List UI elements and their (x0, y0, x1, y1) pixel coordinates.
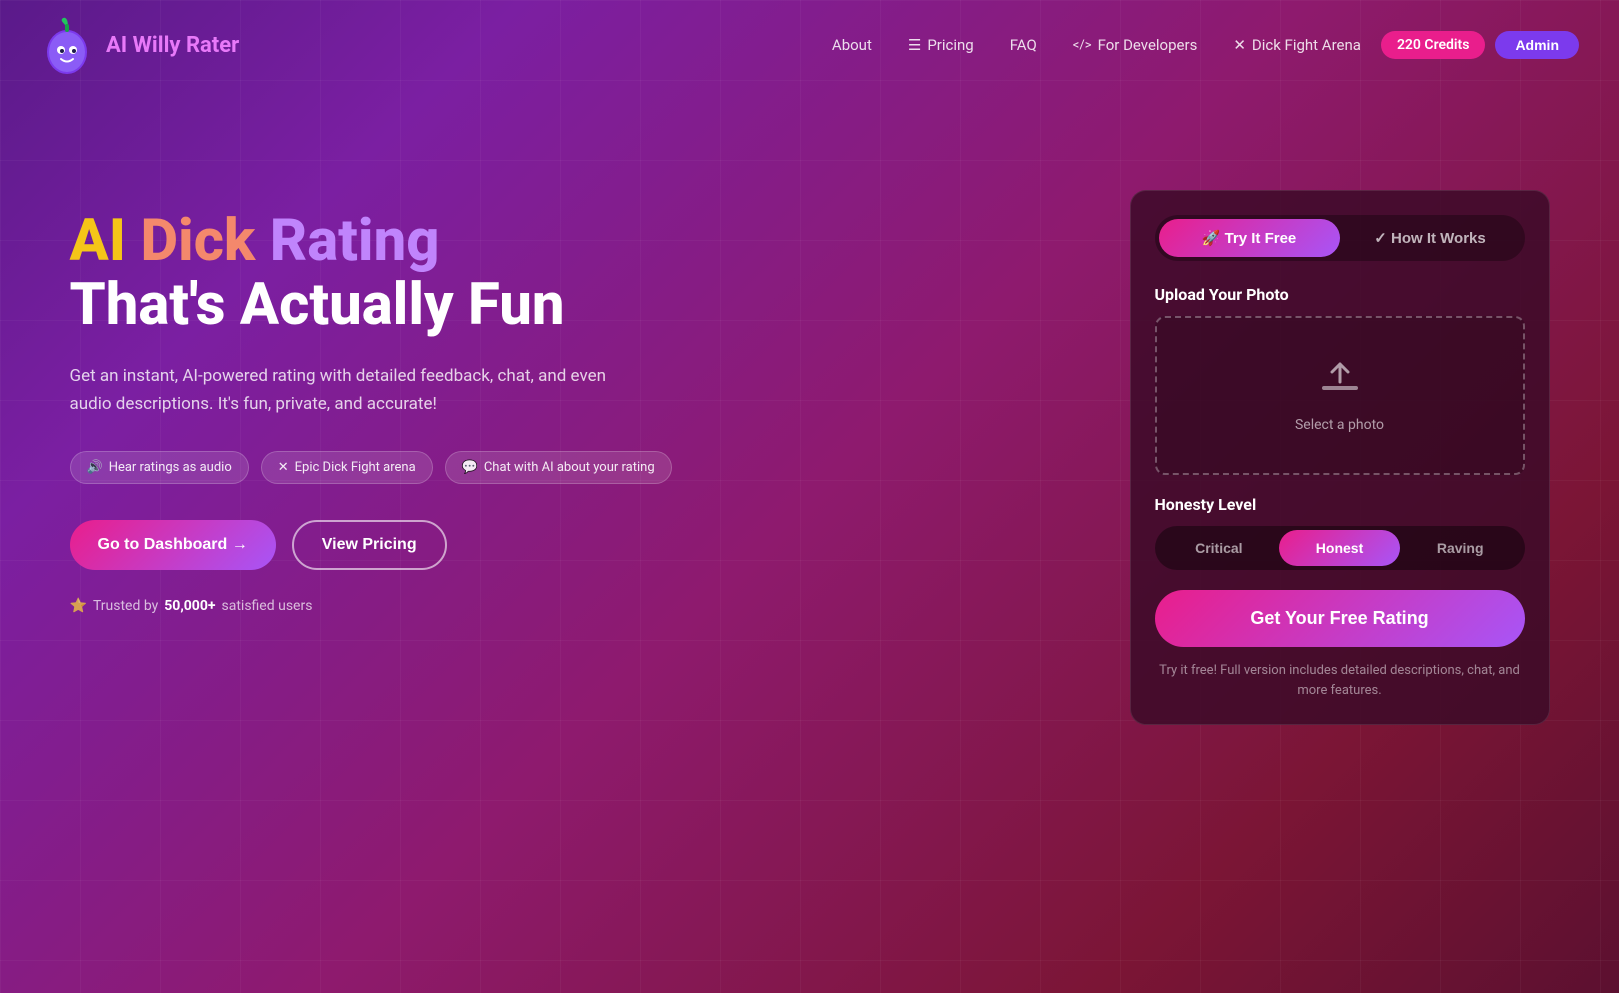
hero-title: AI Dick Rating That's Actually Fun (70, 210, 672, 338)
honesty-critical[interactable]: Critical (1159, 530, 1280, 566)
fight-icon: ✕ (1233, 36, 1246, 54)
card-tabs: 🚀 Try It Free ✓ How It Works (1155, 215, 1525, 261)
feature-badge-audio: 🔊 Hear ratings as audio (70, 451, 249, 484)
star-icon: ⭐ (70, 598, 87, 614)
nav-faq[interactable]: FAQ (1010, 36, 1037, 54)
card-footer-text: Try it free! Full version includes detai… (1155, 661, 1525, 700)
honesty-raving[interactable]: Raving (1400, 530, 1521, 566)
nav-about[interactable]: About (832, 36, 872, 54)
upload-text: Select a photo (1295, 417, 1384, 433)
dashboard-button[interactable]: Go to Dashboard → (70, 520, 276, 570)
fight-badge-icon: ✕ (278, 460, 289, 475)
upload-icon (1320, 358, 1360, 407)
get-rating-button[interactable]: Get Your Free Rating (1155, 590, 1525, 647)
upload-label: Upload Your Photo (1155, 285, 1525, 304)
code-icon: </> (1073, 38, 1092, 53)
feature-badges-container: 🔊 Hear ratings as audio ✕ Epic Dick Figh… (70, 451, 672, 484)
nav-fight-arena[interactable]: ✕ Dick Fight Arena (1233, 36, 1361, 54)
admin-button[interactable]: Admin (1495, 31, 1579, 59)
feature-badge-chat: 💬 Chat with AI about your rating (445, 451, 672, 484)
cta-row: Go to Dashboard → View Pricing (70, 520, 672, 570)
honesty-tabs: Critical Honest Raving (1155, 526, 1525, 570)
pricing-icon: ☰ (908, 36, 921, 54)
honesty-label: Honesty Level (1155, 495, 1525, 514)
hero-description: Get an instant, AI-powered rating with d… (70, 362, 610, 420)
credits-badge[interactable]: 220 Credits (1381, 31, 1486, 59)
audio-icon: 🔊 (87, 460, 103, 475)
nav-developers[interactable]: </> For Developers (1073, 36, 1198, 54)
upload-zone[interactable]: Select a photo (1155, 316, 1525, 475)
logo-link[interactable]: AI Willy Rater (40, 14, 239, 76)
nav-pricing[interactable]: ☰ Pricing (908, 36, 974, 54)
pricing-button[interactable]: View Pricing (292, 520, 447, 570)
tab-try-free[interactable]: 🚀 Try It Free (1159, 219, 1340, 257)
rating-card: 🚀 Try It Free ✓ How It Works Upload Your… (1130, 190, 1550, 725)
chat-icon: 💬 (462, 460, 478, 475)
logo-text: AI Willy Rater (106, 33, 239, 58)
tab-how-it-works[interactable]: ✓ How It Works (1340, 219, 1521, 257)
trust-indicator: ⭐ Trusted by 50,000+ satisfied users (70, 598, 672, 614)
honesty-honest[interactable]: Honest (1279, 530, 1400, 566)
logo-icon (40, 14, 94, 76)
feature-badge-fight: ✕ Epic Dick Fight arena (261, 451, 433, 484)
